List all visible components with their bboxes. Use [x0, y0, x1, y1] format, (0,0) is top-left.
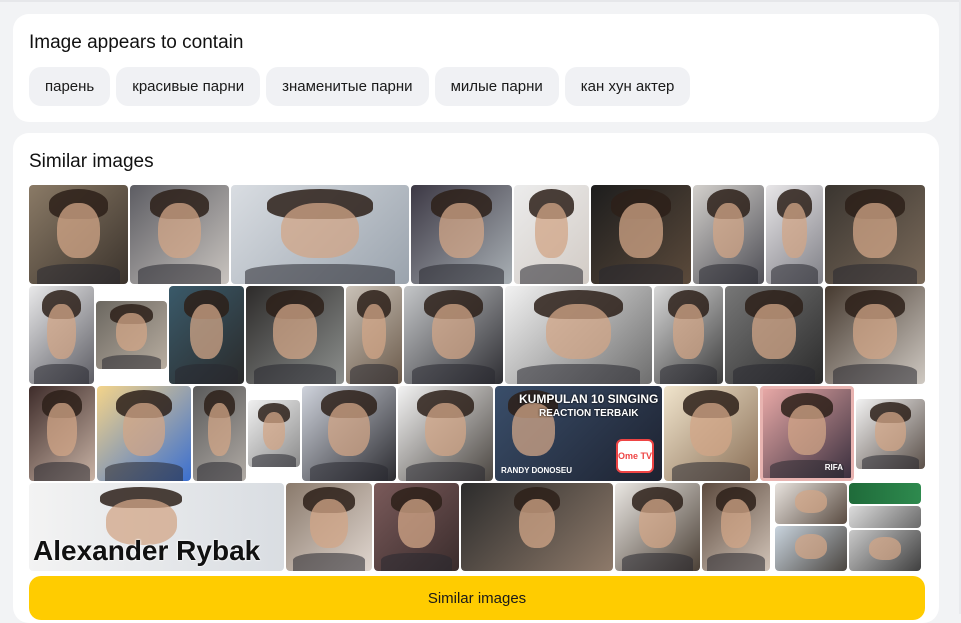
image-thumbnail[interactable]: [286, 483, 372, 571]
image-thumbnail[interactable]: [404, 286, 503, 384]
similar-images-card: Similar images KUMPULAN 10 SINGING REACT…: [13, 133, 939, 623]
image-thumbnail[interactable]: [505, 286, 652, 384]
image-thumbnail[interactable]: [97, 386, 191, 481]
image-thumbnail[interactable]: [693, 185, 764, 284]
video-title-overlay: KUMPULAN 10 SINGING: [519, 392, 659, 406]
image-thumbnail[interactable]: [374, 483, 459, 571]
image-thumbnail[interactable]: [193, 386, 246, 481]
image-thumbnail[interactable]: [461, 483, 613, 571]
tag-chip-list: парень красивые парни знаменитые парни м…: [29, 67, 691, 106]
image-thumbnail[interactable]: [591, 185, 691, 284]
tag-chip[interactable]: милые парни: [434, 67, 559, 106]
image-thumbnail[interactable]: [664, 386, 758, 481]
image-thumbnail[interactable]: [775, 483, 847, 524]
image-thumbnail[interactable]: [725, 286, 823, 384]
image-thumbnail[interactable]: [514, 185, 589, 284]
image-thumbnail[interactable]: [246, 286, 344, 384]
tags-card: Image appears to contain парень красивые…: [13, 14, 939, 122]
top-divider: [0, 0, 961, 2]
image-thumbnail[interactable]: [849, 483, 921, 504]
ome-tv-logo: Ome TV: [616, 439, 654, 473]
image-thumbnail[interactable]: [849, 530, 921, 571]
similar-images-title: Similar images: [29, 151, 154, 172]
image-thumbnail[interactable]: [856, 399, 925, 469]
video-credit-overlay: RANDY DONOSEU: [501, 466, 572, 475]
image-thumbnail[interactable]: [169, 286, 244, 384]
image-thumbnail[interactable]: [231, 185, 409, 284]
tag-chip[interactable]: парень: [29, 67, 111, 106]
image-thumbnail[interactable]: [346, 286, 402, 384]
image-thumbnail[interactable]: [775, 526, 847, 571]
image-thumbnail[interactable]: [849, 506, 921, 528]
image-thumbnail[interactable]: Alexander Rybak: [29, 483, 284, 571]
image-thumbnail[interactable]: [615, 483, 700, 571]
image-thumbnail[interactable]: RIFA: [760, 386, 854, 481]
video-subtitle-overlay: REACTION TERBAIK: [539, 408, 639, 419]
image-thumbnail[interactable]: [29, 386, 95, 481]
image-thumbnail[interactable]: [766, 185, 823, 284]
tag-chip[interactable]: кан хун актер: [564, 67, 691, 106]
image-thumbnail[interactable]: [96, 301, 167, 369]
image-thumbnail[interactable]: [130, 185, 229, 284]
image-thumbnail[interactable]: [398, 386, 493, 481]
image-thumbnail[interactable]: [29, 286, 94, 384]
tag-chip[interactable]: знаменитые парни: [266, 67, 429, 106]
watermark-label: RIFA: [824, 463, 843, 472]
similar-images-grid: KUMPULAN 10 SINGING REACTION TERBAIK RAN…: [29, 185, 925, 571]
image-thumbnail[interactable]: [302, 386, 396, 481]
image-thumbnail[interactable]: [411, 185, 512, 284]
tags-title: Image appears to contain: [29, 32, 244, 53]
image-thumbnail[interactable]: [248, 400, 300, 467]
similar-images-button[interactable]: Similar images: [29, 576, 925, 620]
image-thumbnail[interactable]: [654, 286, 723, 384]
banner-name-overlay: Alexander Rybak: [33, 535, 261, 566]
image-thumbnail[interactable]: [29, 185, 128, 284]
image-thumbnail[interactable]: [702, 483, 770, 571]
image-thumbnail[interactable]: [825, 185, 925, 284]
image-thumbnail[interactable]: [825, 286, 925, 384]
image-thumbnail[interactable]: KUMPULAN 10 SINGING REACTION TERBAIK RAN…: [495, 386, 662, 481]
tag-chip[interactable]: красивые парни: [116, 67, 261, 106]
